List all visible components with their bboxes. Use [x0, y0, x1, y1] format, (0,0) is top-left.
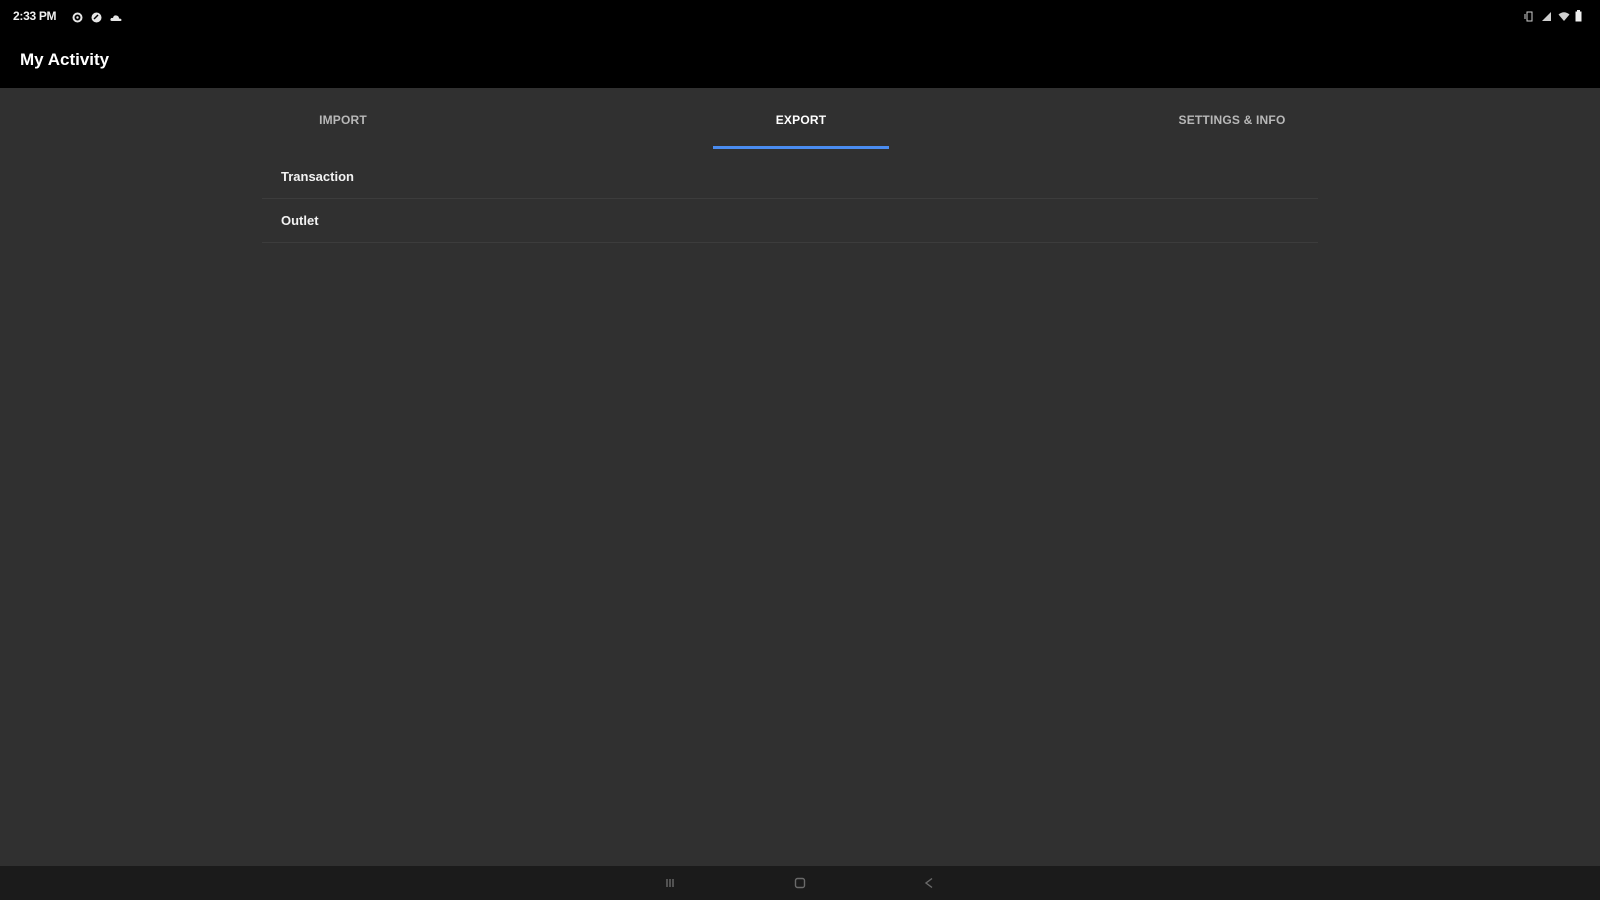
- list-item-transaction[interactable]: Transaction: [262, 155, 1318, 199]
- back-icon[interactable]: [921, 875, 937, 891]
- export-list: Transaction Outlet: [262, 155, 1318, 243]
- status-bar: 2:33 PM: [0, 0, 1600, 34]
- vibrate-icon: [1524, 9, 1535, 22]
- signal-icon: [1541, 9, 1552, 21]
- navigation-bar: [0, 866, 1600, 900]
- home-icon[interactable]: [792, 875, 808, 891]
- battery-icon: [1575, 9, 1586, 22]
- settings-icon: [72, 10, 83, 23]
- active-tab-indicator: [713, 146, 889, 149]
- tab-export[interactable]: EXPORT: [686, 88, 916, 152]
- status-left-icons: [72, 10, 122, 23]
- list-item-outlet[interactable]: Outlet: [262, 199, 1318, 243]
- tab-import[interactable]: IMPORT: [0, 88, 686, 152]
- app-bar: My Activity: [0, 34, 1600, 88]
- sync-icon: [91, 10, 102, 23]
- tab-bar: IMPORT EXPORT SETTINGS & INFO: [0, 88, 1600, 152]
- app-screen: 2:33 PM My Activity IMPORT EXPORT SETTIN…: [0, 0, 1600, 900]
- tab-settings-info[interactable]: SETTINGS & INFO: [916, 88, 1548, 152]
- wifi-icon: [1558, 9, 1570, 21]
- cloud-icon: [110, 10, 122, 21]
- app-title: My Activity: [20, 50, 110, 69]
- status-right-icons: [1524, 9, 1586, 22]
- recents-icon[interactable]: [662, 875, 678, 891]
- status-time: 2:33 PM: [13, 9, 57, 23]
